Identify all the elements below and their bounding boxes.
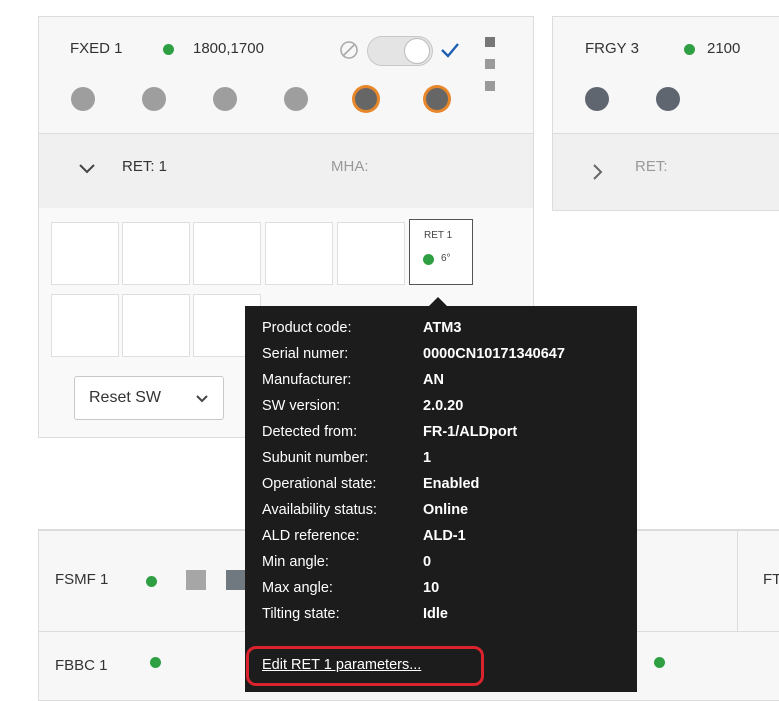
reset-sw-label: Reset SW: [89, 389, 162, 406]
tooltip-value: Enabled: [423, 476, 480, 492]
ret-1-chip[interactable]: RET 1 6°: [409, 219, 473, 285]
tooltip-label: Availability status:: [262, 502, 377, 518]
port-2[interactable]: [142, 87, 166, 111]
tooltip-label: ALD reference:: [262, 528, 360, 544]
fxed-toggle[interactable]: [367, 36, 433, 66]
tooltip-caret: [429, 297, 447, 306]
tooltip-label: Tilting state:: [262, 606, 340, 622]
tooltip-value: 1: [423, 450, 432, 466]
port-5-active[interactable]: [355, 88, 377, 110]
ret-count-label[interactable]: RET: 1: [122, 158, 167, 175]
ret-slot[interactable]: [51, 222, 119, 285]
ret-chip-title: RET 1: [424, 230, 453, 241]
ret-slot[interactable]: [337, 222, 405, 285]
fsmf-status-led: [146, 576, 157, 587]
frgy-port-2[interactable]: [656, 87, 680, 111]
port-4[interactable]: [284, 87, 308, 111]
frgy-frequencies: 2100: [707, 40, 741, 57]
frgy-panel: [552, 16, 779, 134]
tooltip-value: 10: [423, 580, 440, 596]
ret-slot[interactable]: [122, 294, 190, 357]
port-3[interactable]: [213, 87, 237, 111]
ft-name-partial: FTI: [763, 571, 779, 588]
status-square-2: [485, 59, 495, 69]
tooltip-label: Product code:: [262, 320, 352, 336]
tooltip-value: AN: [423, 372, 444, 388]
tooltip-label: Operational state:: [262, 476, 377, 492]
ret-slot[interactable]: [265, 222, 333, 285]
chevron-down-icon: [196, 395, 208, 403]
fxed-status-led: [163, 44, 174, 55]
ret-chip-angle: 6°: [441, 253, 451, 264]
fbbc-status-led: [150, 657, 161, 668]
check-icon: [441, 43, 459, 58]
port-1[interactable]: [71, 87, 95, 111]
ret-slot[interactable]: [51, 294, 119, 357]
fsmf-module-1: [186, 570, 206, 590]
mha-label: MHA:: [331, 158, 369, 175]
tooltip-label: Subunit number:: [262, 450, 369, 466]
ret-slot[interactable]: [193, 222, 261, 285]
tooltip-value: 0: [423, 554, 432, 570]
fbbc-name: FBBC 1: [55, 657, 108, 674]
ret-info-tooltip: Product code: ATM3 Serial numer: 0000CN1…: [245, 297, 637, 692]
fxed-panel: [38, 16, 534, 134]
tooltip-label: SW version:: [262, 398, 341, 414]
tooltip-value: 2.0.20: [423, 398, 464, 414]
tooltip-label: Manufacturer:: [262, 372, 352, 388]
tooltip-label: Detected from:: [262, 424, 358, 440]
fsmf-name: FSMF 1: [55, 571, 109, 588]
ret-header: [39, 134, 533, 208]
fsmf-module-2: [226, 570, 246, 590]
reset-sw-select[interactable]: Reset SW: [74, 376, 224, 420]
chevron-down-icon[interactable]: [78, 163, 96, 175]
fxed-frequencies: 1800,1700: [193, 40, 264, 57]
fxed-name: FXED 1: [70, 40, 123, 57]
status-square-3: [485, 81, 495, 91]
frgy-status-led: [684, 44, 695, 55]
chevron-right-icon[interactable]: [592, 163, 604, 181]
port-6-active[interactable]: [426, 88, 448, 110]
ret-slot[interactable]: [122, 222, 190, 285]
tooltip-value: Idle: [423, 606, 448, 622]
fbbc-port-led: [654, 657, 665, 668]
tooltip-label: Serial numer:: [262, 346, 349, 362]
disable-icon[interactable]: [339, 40, 359, 60]
ret-chip-led: [423, 254, 434, 265]
tooltip-value: 0000CN10171340647: [423, 346, 565, 362]
tooltip-value: FR-1/ALDport: [423, 424, 518, 440]
frgy-port-1[interactable]: [585, 87, 609, 111]
tooltip-value: ATM3: [423, 320, 462, 336]
tooltip-value: Online: [423, 502, 469, 518]
tooltip-label: Max angle:: [262, 580, 333, 596]
tooltip-value: ALD-1: [423, 528, 466, 544]
frgy-name: FRGY 3: [585, 40, 639, 57]
toggle-knob: [404, 38, 430, 64]
frgy-ret-label[interactable]: RET:: [635, 158, 668, 175]
status-square-1: [485, 37, 495, 47]
tooltip-label: Min angle:: [262, 554, 329, 570]
edit-ret-parameters-link[interactable]: Edit RET 1 parameters...: [262, 657, 421, 673]
